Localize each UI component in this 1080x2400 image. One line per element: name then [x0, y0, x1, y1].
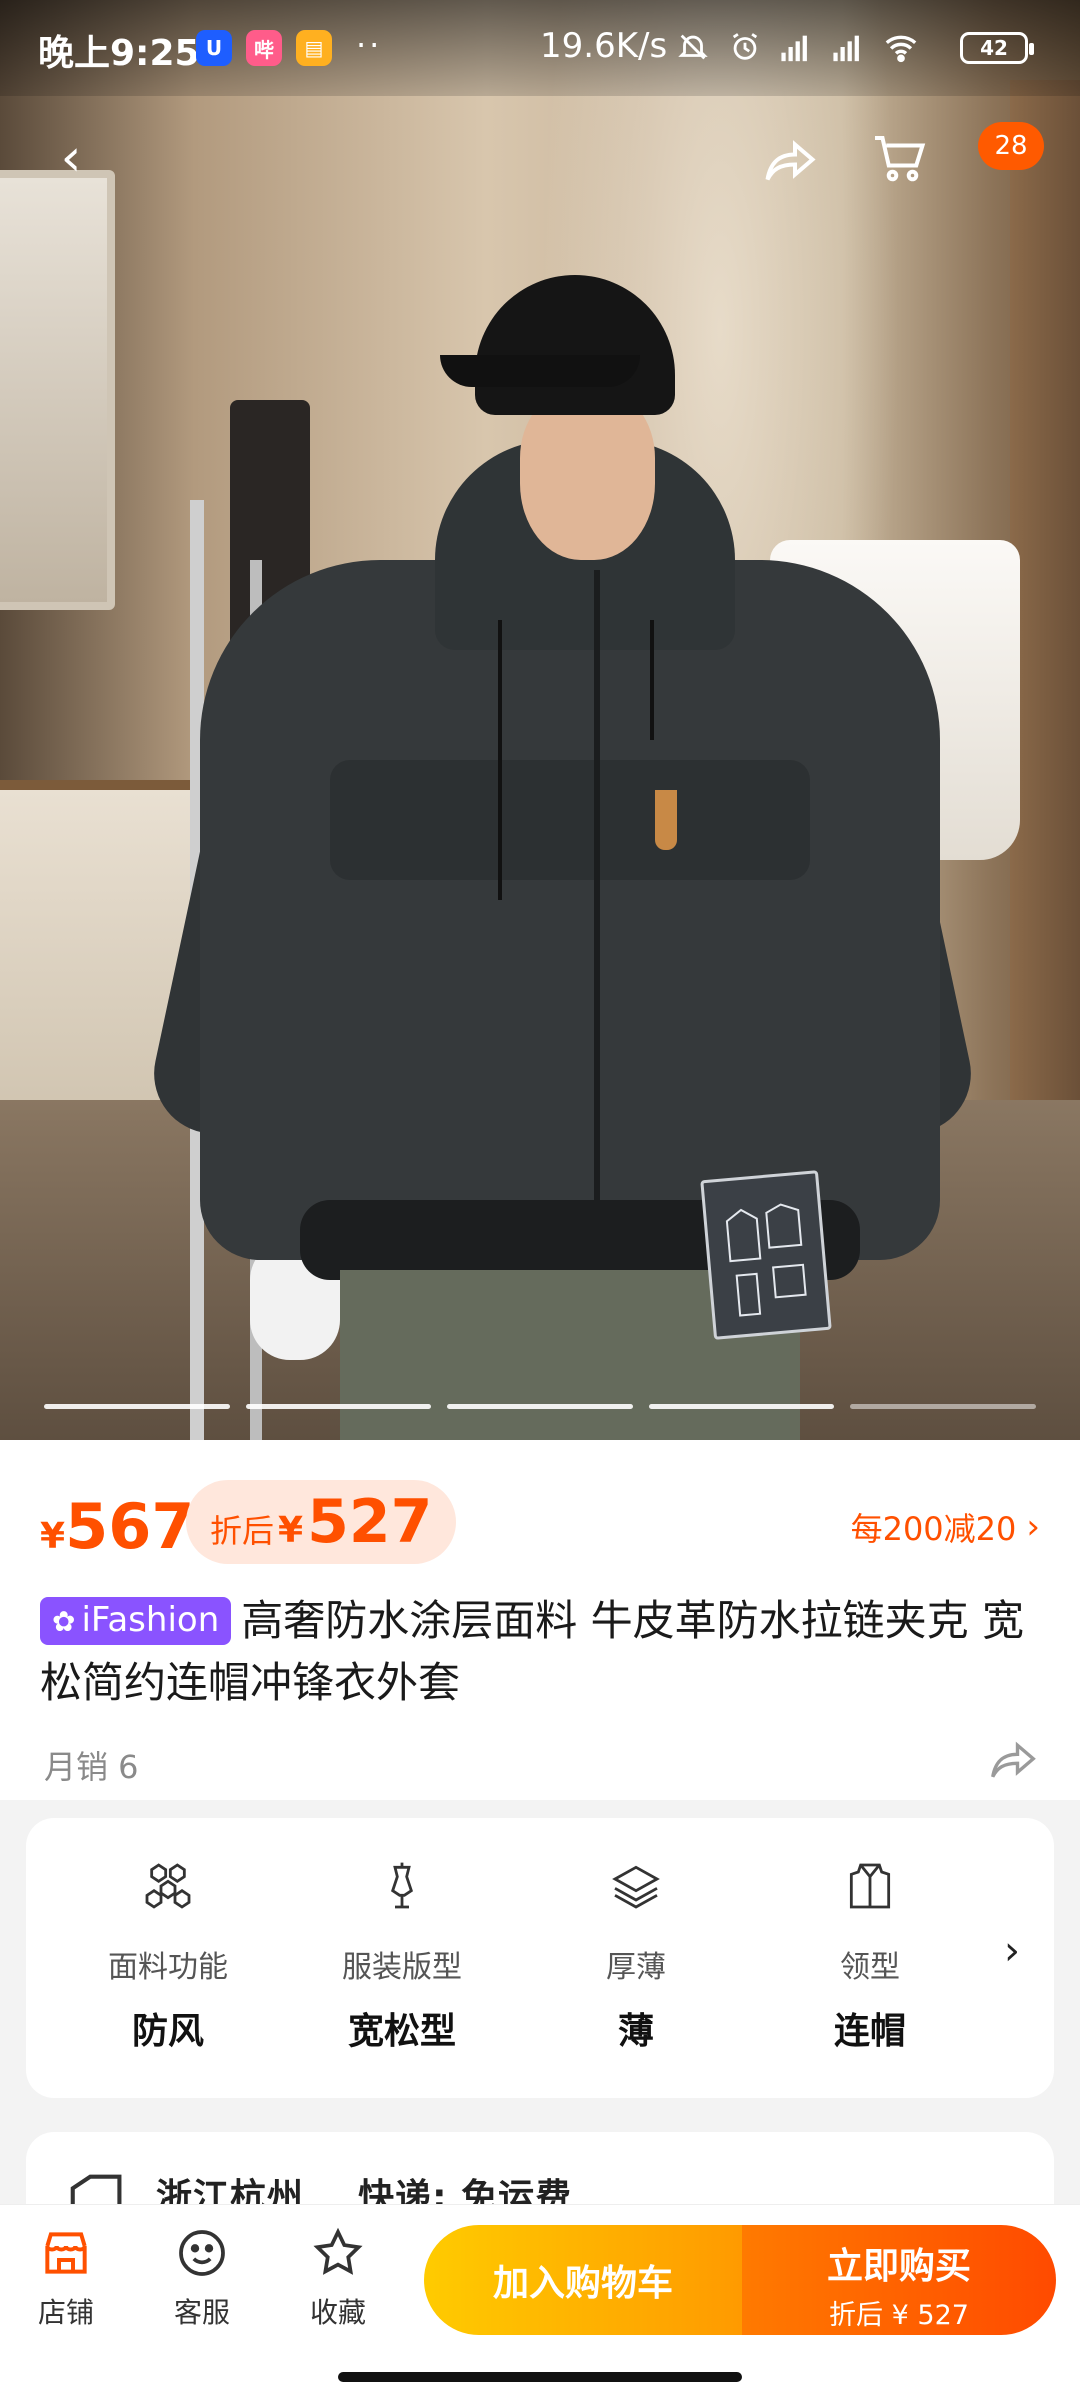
jacket-zipper — [594, 570, 600, 1310]
attribute-value: 连帽 — [833, 2011, 906, 2052]
gallery-indicator[interactable] — [245, 1404, 432, 1409]
attribute-fabric[interactable]: 面料功能 防风 — [68, 1858, 268, 2054]
notes-app-icon: ▤ — [296, 30, 332, 66]
home-indicator[interactable] — [338, 2372, 742, 2382]
product-attributes[interactable]: 面料功能 防风 服装版型 宽松型 厚薄 薄 领型 连帽 › — [26, 1818, 1054, 2098]
buy-now-button[interactable]: 立即购买 折后 ¥ 527 — [742, 2225, 1056, 2335]
brand-logo-icon: ✿ — [52, 1605, 76, 1638]
hang-tag-illustration — [725, 1203, 807, 1317]
battery-indicator: 42 — [960, 32, 1034, 64]
collar-icon — [842, 1858, 898, 1914]
status-app-icons: U 哔 ▤ — [196, 30, 332, 66]
discount-label: 折后 — [210, 1512, 275, 1550]
discounted-price-pill: 折后 ¥ 527 — [186, 1480, 457, 1564]
shop-icon — [38, 2225, 94, 2281]
status-bar: 晚上9:25 U 哔 ▤ ·· 19.6K/s 42 — [0, 0, 1080, 96]
buy-now-label: 立即购买 — [826, 2246, 971, 2287]
fabric-icon — [140, 1858, 196, 1914]
cart-icon[interactable] — [870, 128, 930, 188]
attribute-label: 厚薄 — [606, 1950, 666, 1985]
signal-hd-icon — [778, 28, 816, 66]
model-cap-brim — [440, 355, 640, 387]
alarm-icon — [726, 28, 764, 66]
price-row: ¥567 折后 ¥ 527 每200减20 › — [40, 1480, 1040, 1568]
share-icon[interactable] — [760, 132, 820, 192]
model-face — [520, 390, 655, 560]
mute-bell-icon — [674, 28, 712, 66]
original-price: ¥567 — [40, 1490, 194, 1563]
chevron-right-icon[interactable]: › — [1004, 1928, 1020, 1974]
chevron-right-icon: › — [1026, 1507, 1040, 1547]
back-button[interactable]: ‹ — [46, 128, 96, 188]
jacket-yoke — [330, 760, 810, 880]
discounted-price-value: 527 — [307, 1487, 433, 1557]
share-icon[interactable] — [986, 1734, 1040, 1788]
coupon-link[interactable]: 每200减20 › — [851, 1504, 1040, 1550]
leather-zip-tag — [655, 790, 677, 850]
layers-icon — [608, 1858, 664, 1914]
shop-label: 店铺 — [37, 2296, 94, 2329]
gallery-indicator[interactable] — [44, 1404, 230, 1409]
shop-button[interactable]: 店铺 — [16, 2225, 116, 2331]
price-section: ¥567 折后 ¥ 527 每200减20 › ✿ iFashion 高奢防水涂层面… — [0, 1440, 1080, 1800]
coupon-text: 每200减20 — [850, 1510, 1017, 1548]
u-app-icon: U — [196, 30, 232, 66]
product-detail-page: 晚上9:25 U 哔 ▤ ·· 19.6K/s 42 ‹ 28 ¥567 折后 … — [0, 0, 1080, 2400]
attribute-label: 领型 — [840, 1950, 900, 1985]
jacket-drawcord-left — [498, 620, 502, 900]
favorite-label: 收藏 — [309, 2296, 366, 2329]
discount-currency: ¥ — [278, 1510, 304, 1551]
original-price-value: 567 — [65, 1490, 195, 1563]
customer-service-button[interactable]: 客服 — [152, 2225, 252, 2331]
attribute-label: 面料功能 — [108, 1950, 228, 1985]
attribute-value: 薄 — [617, 2011, 654, 2052]
status-more-dots: ·· — [356, 26, 383, 64]
gallery-indicator[interactable] — [850, 1404, 1036, 1409]
model-cap — [475, 275, 675, 415]
attribute-label: 服装版型 — [342, 1950, 462, 1985]
mannequin-icon — [374, 1858, 430, 1914]
signal-hd-2-icon — [830, 28, 868, 66]
currency-symbol: ¥ — [40, 1516, 66, 1557]
product-title: ✿ iFashion 高奢防水涂层面料 牛皮革防水拉链夹克 宽松简约连帽冲锋衣外套 — [40, 1590, 1040, 1714]
bilibili-icon: 哔 — [246, 30, 282, 66]
favorite-button[interactable]: 收藏 — [288, 2225, 388, 2331]
monthly-sales: 月销 6 — [44, 1748, 139, 1786]
attribute-fit[interactable]: 服装版型 宽松型 — [302, 1858, 502, 2054]
buy-now-price: 折后 ¥ 527 — [829, 2300, 969, 2331]
jacket-body — [200, 560, 940, 1260]
attribute-thickness[interactable]: 厚薄 薄 — [536, 1858, 736, 2054]
wifi-icon — [882, 28, 920, 66]
gallery-indicator[interactable] — [648, 1404, 835, 1409]
model-wearing-jacket — [0, 0, 1080, 1440]
cart-count-badge[interactable]: 28 — [978, 122, 1044, 170]
star-icon — [310, 2225, 366, 2281]
status-icons — [674, 28, 920, 66]
customer-service-label: 客服 — [173, 2296, 230, 2329]
jacket-hang-tag — [700, 1170, 832, 1340]
attribute-value: 防风 — [131, 2011, 204, 2052]
bottom-action-bar: 店铺 客服 收藏 加入购物车 立即购买 折后 ¥ 527 — [0, 2204, 1080, 2400]
jacket-drawcord-right — [650, 620, 654, 740]
add-to-cart-button[interactable]: 加入购物车 — [424, 2225, 742, 2335]
gallery-indicator[interactable] — [447, 1404, 633, 1409]
brand-badge[interactable]: ✿ iFashion — [40, 1597, 232, 1645]
network-speed: 19.6K/s — [540, 26, 668, 66]
brand-name: iFashion — [81, 1600, 220, 1640]
product-image-gallery[interactable] — [0, 0, 1080, 1440]
gallery-page-indicators — [44, 1404, 1036, 1410]
chat-smile-icon — [174, 2225, 230, 2281]
status-time: 晚上9:25 — [38, 33, 200, 74]
attribute-value: 宽松型 — [347, 2011, 456, 2052]
attribute-collar[interactable]: 领型 连帽 — [770, 1858, 970, 2054]
